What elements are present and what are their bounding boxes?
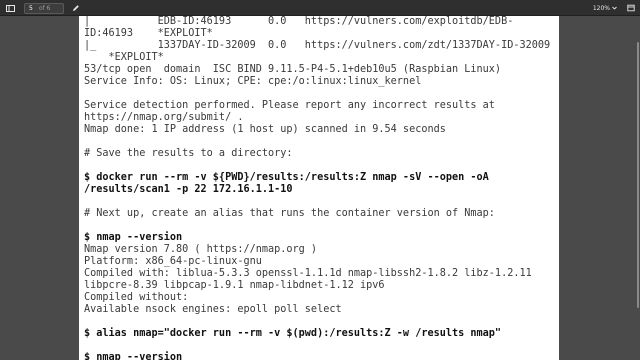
text-line: Available nsock engines: epoll poll sele… — [84, 304, 342, 315]
comment-line: # Save the results to a directory: — [84, 148, 293, 159]
pencil-icon[interactable] — [70, 3, 82, 13]
text-line: Compiled without: — [84, 292, 189, 303]
page-total: of 6 — [38, 4, 51, 12]
document-page: | EDB-ID:46193 0.0 https://vulners.com/e… — [79, 16, 559, 360]
toolbar-left-group: 5 of 6 — [4, 2, 82, 14]
chevron-down-icon — [612, 6, 617, 10]
text-line: Nmap version 7.80 ( https://nmap.org ) — [84, 244, 318, 255]
text-line: Service detection performed. Please repo… — [84, 100, 495, 111]
text-line: Platform: x86_64-pc-linux-gnu — [84, 256, 262, 267]
text-line: *EXPLOIT* — [84, 52, 164, 63]
command-line: $ nmap --version — [84, 232, 183, 243]
command-line: $ alias nmap="docker run --rm -v $(pwd):… — [84, 328, 502, 339]
text-line: ID:46193 *EXPLOIT* — [84, 28, 213, 39]
text-line: |_ 1337DAY-ID-32009 0.0 https://vulners.… — [84, 40, 551, 51]
more-menu-icon[interactable] — [626, 3, 636, 13]
command-line: $ docker run --rm -v ${PWD}/results:/res… — [84, 172, 489, 183]
text-line: Nmap done: 1 IP address (1 host up) scan… — [84, 124, 446, 135]
page-current[interactable]: 5 — [29, 3, 33, 14]
scrollbar-thumb[interactable] — [637, 42, 639, 308]
command-line: $ nmap --version — [84, 352, 183, 360]
text-line: libpcre-8.39 libpcap-1.9.1 nmap-libdnet-… — [84, 280, 385, 291]
comment-line: # Next up, create an alias that runs the… — [84, 208, 495, 219]
text-line: | EDB-ID:46193 0.0 https://vulners.com/e… — [84, 16, 514, 27]
toolbar-right-group: 120% — [590, 2, 636, 14]
page-number-field[interactable]: 5 of 6 — [24, 2, 64, 14]
sidebar-toggle-icon[interactable] — [4, 3, 16, 13]
vertical-scrollbar[interactable] — [636, 16, 640, 360]
zoom-dropdown[interactable]: 120% — [590, 3, 620, 14]
text-line: https://nmap.org/submit/ . — [84, 112, 244, 123]
command-line: /results/scan1 -p 22 172.16.1.1-10 — [84, 184, 293, 195]
text-line: 53/tcp open domain ISC BIND 9.11.5-P4-5.… — [84, 64, 502, 75]
viewer-toolbar: 5 of 6 120% — [0, 0, 640, 16]
text-line: Service Info: OS: Linux; CPE: cpe:/o:lin… — [84, 76, 422, 87]
zoom-level: 120% — [592, 4, 610, 12]
text-line: Compiled with: liblua-5.3.3 openssl-1.1.… — [84, 268, 532, 279]
